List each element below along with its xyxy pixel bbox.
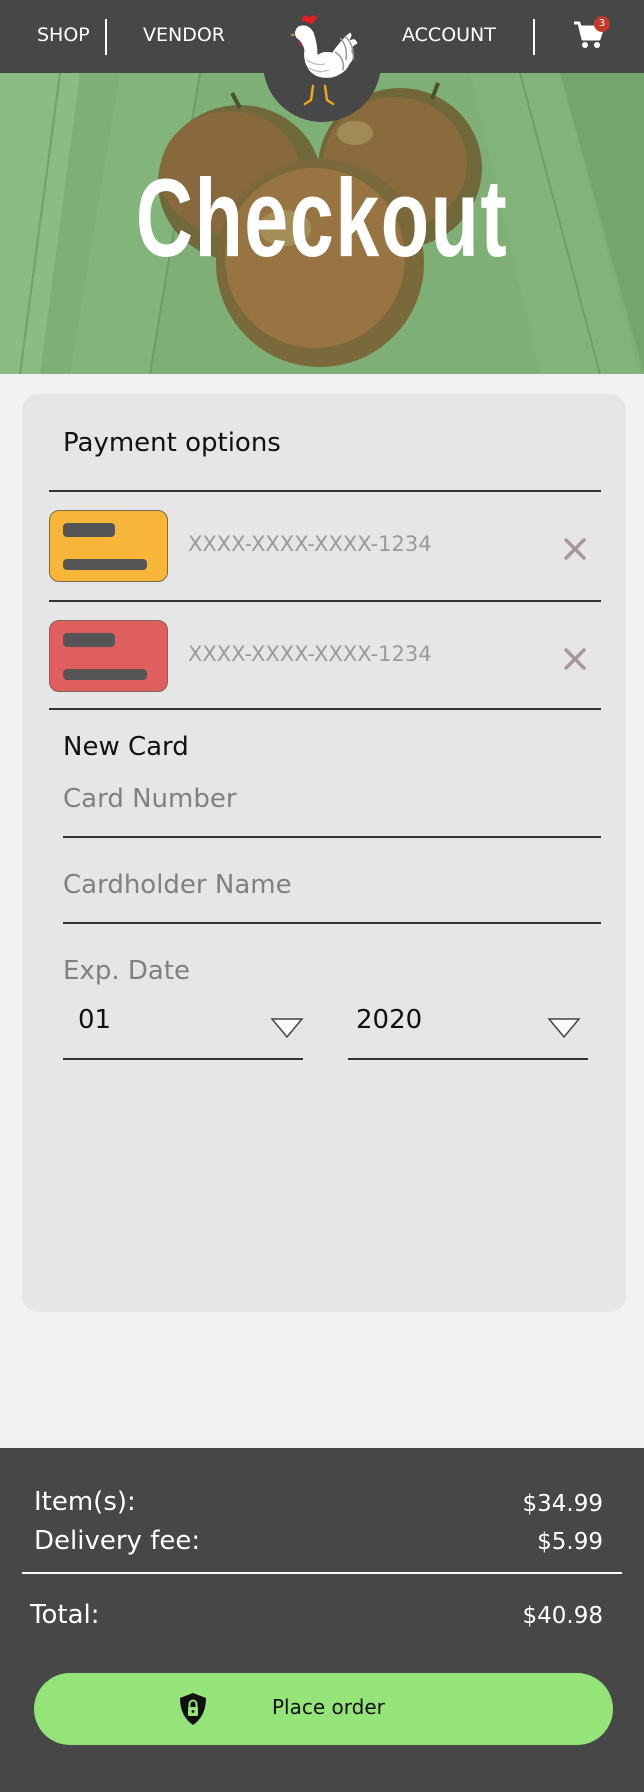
exp-year-underline: [348, 1058, 588, 1060]
summary-divider: [22, 1572, 622, 1574]
exp-month-select[interactable]: 01: [78, 1005, 111, 1035]
saved-card-number[interactable]: XXXX-XXXX-XXXX-1234: [188, 642, 432, 666]
saved-card-number[interactable]: XXXX-XXXX-XXXX-1234: [188, 532, 432, 556]
divider: [49, 490, 601, 492]
nav-vendor-link[interactable]: VENDOR: [143, 24, 225, 46]
place-order-button[interactable]: Place order: [34, 1673, 613, 1745]
exp-year-select[interactable]: 2020: [356, 1005, 422, 1035]
rooster-logo-icon: [290, 15, 359, 106]
card-number-input[interactable]: Card Number: [63, 784, 237, 814]
new-card-heading: New Card: [63, 732, 189, 762]
total-value: $40.98: [522, 1603, 603, 1629]
lock-shield-icon: [180, 1693, 206, 1725]
total-label: Total:: [30, 1600, 100, 1630]
remove-card-icon[interactable]: [558, 532, 592, 566]
items-value: $34.99: [522, 1491, 603, 1517]
chevron-down-icon[interactable]: [270, 1016, 304, 1040]
nav-divider: [533, 19, 535, 55]
chevron-down-icon[interactable]: [547, 1016, 581, 1040]
delivery-fee-value: $5.99: [537, 1529, 603, 1555]
delivery-fee-label: Delivery fee:: [34, 1526, 201, 1556]
nav-account-link[interactable]: ACCOUNT: [402, 24, 496, 46]
saved-card-icon[interactable]: [49, 620, 168, 692]
page-title: Checkout: [135, 157, 509, 280]
cardholder-name-input[interactable]: Cardholder Name: [63, 870, 292, 900]
logo[interactable]: [263, 0, 381, 122]
nav-divider: [105, 19, 107, 55]
cart-count-badge: 3: [594, 16, 610, 32]
saved-card-icon[interactable]: [49, 510, 168, 582]
payment-options-heading: Payment options: [63, 428, 281, 458]
nav-shop-link[interactable]: SHOP: [37, 24, 90, 46]
divider: [49, 600, 601, 602]
cardholder-underline: [63, 922, 601, 924]
divider: [49, 708, 601, 710]
remove-card-icon[interactable]: [558, 642, 592, 676]
exp-month-underline: [63, 1058, 303, 1060]
exp-date-label: Exp. Date: [63, 956, 190, 986]
place-order-label: Place order: [272, 1695, 385, 1719]
card-number-underline: [63, 836, 601, 838]
items-label: Item(s):: [34, 1487, 136, 1517]
